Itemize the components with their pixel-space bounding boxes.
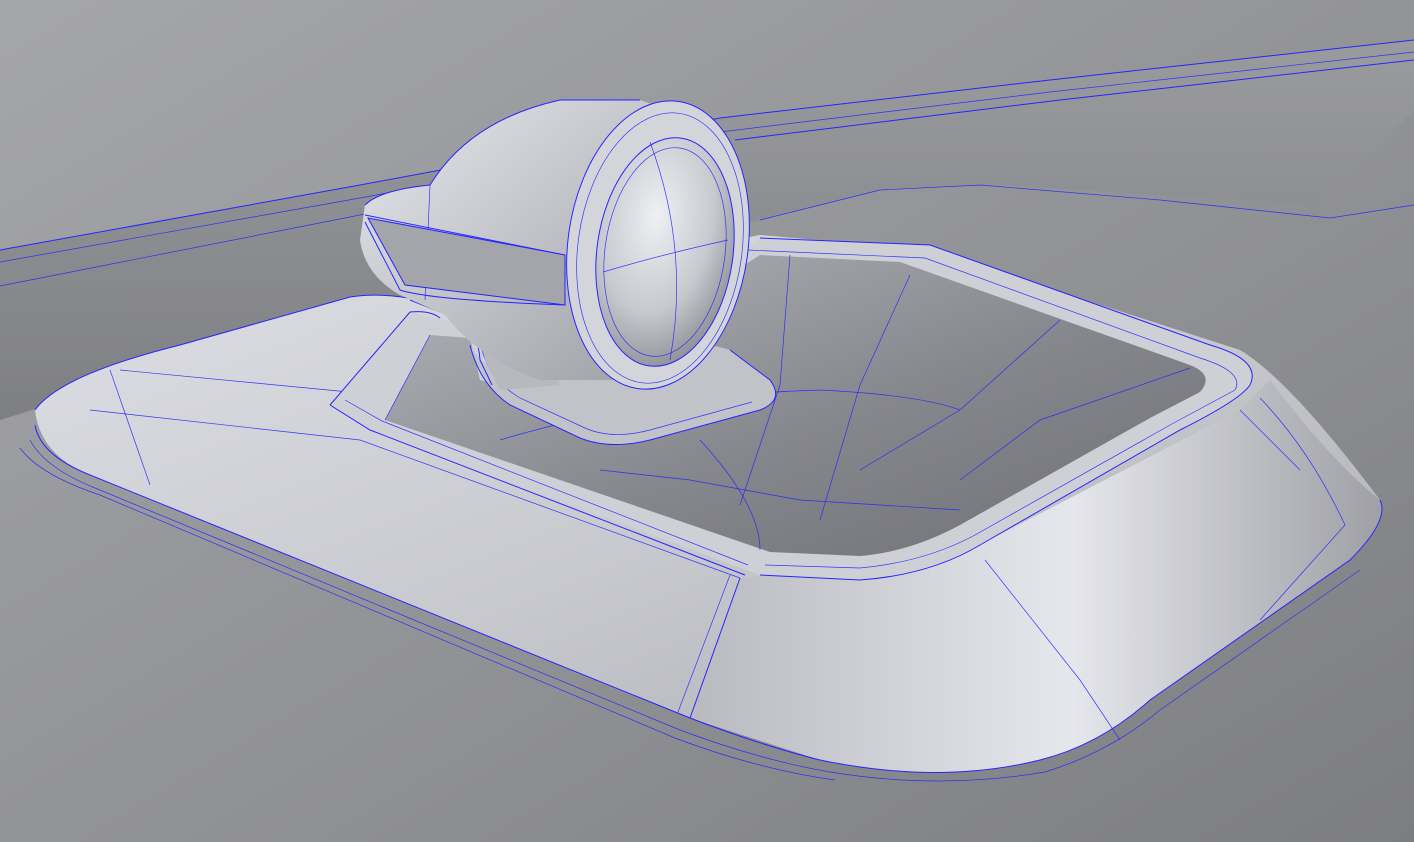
cad-render: [0, 0, 1414, 842]
cad-viewport[interactable]: [0, 0, 1414, 842]
